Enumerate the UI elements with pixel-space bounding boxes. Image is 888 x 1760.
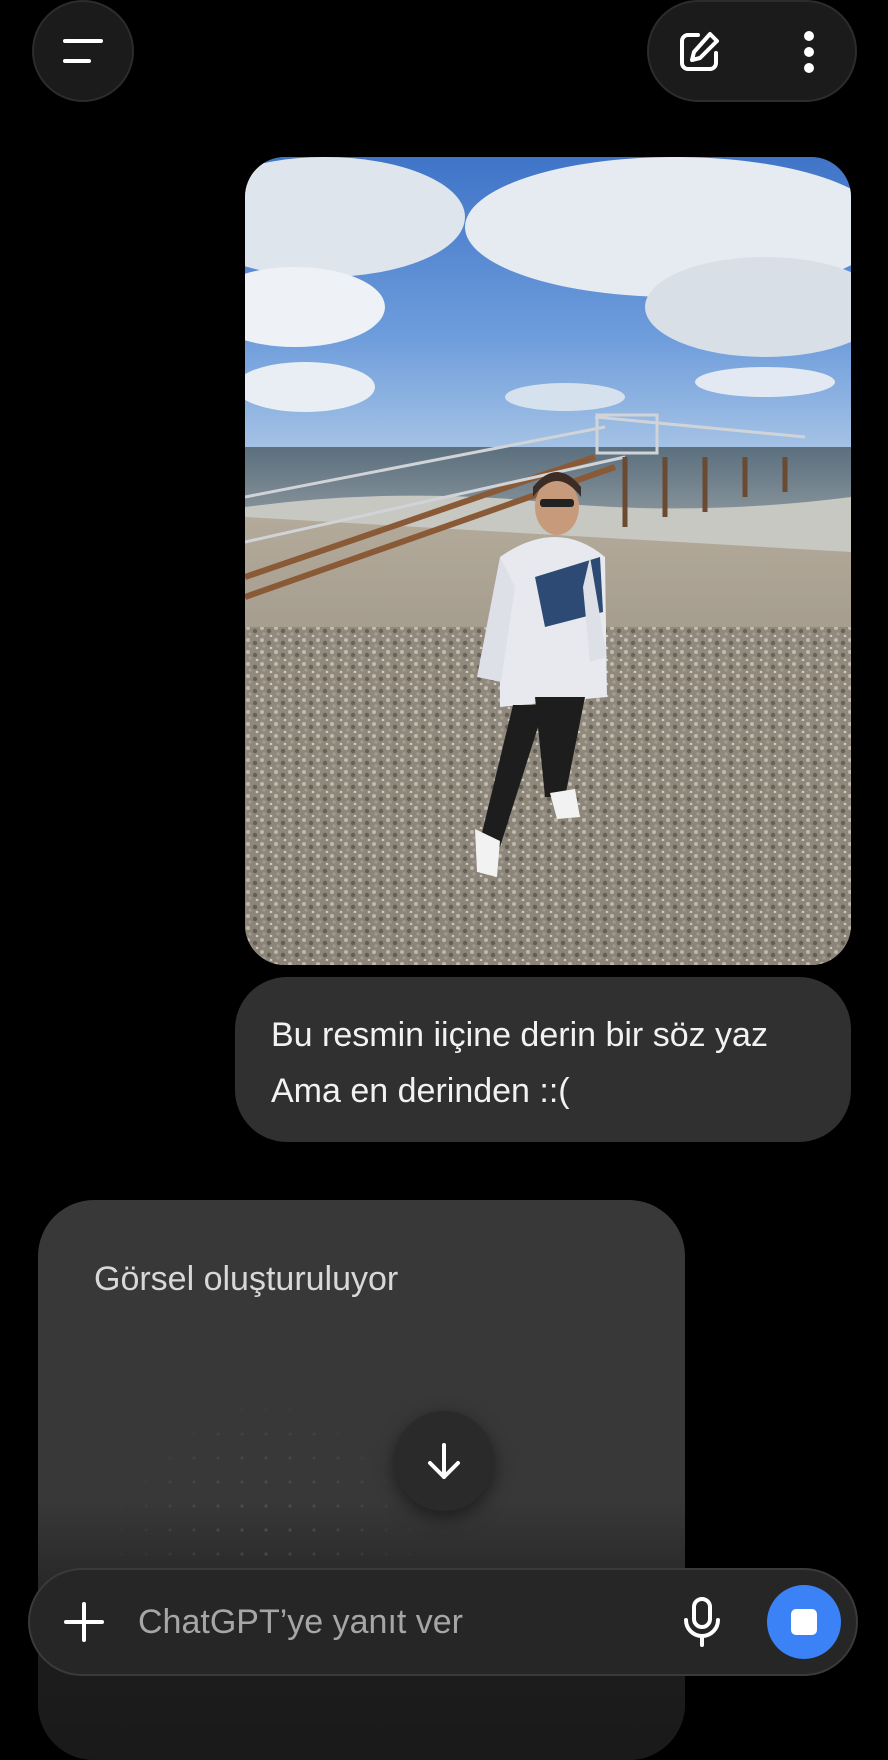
plus-icon <box>64 1602 104 1642</box>
user-uploaded-image[interactable] <box>245 157 851 965</box>
sidebar-menu-button[interactable] <box>32 0 134 102</box>
voice-input-button[interactable] <box>672 1592 732 1652</box>
kebab-menu-icon <box>804 31 814 73</box>
more-options-button[interactable] <box>779 22 839 82</box>
message-input[interactable] <box>138 1592 658 1652</box>
arrow-down-icon <box>428 1443 460 1479</box>
add-attachment-button[interactable] <box>54 1592 114 1652</box>
stop-icon <box>791 1609 817 1635</box>
stop-generation-button[interactable] <box>767 1585 841 1659</box>
generation-status: Görsel oluşturuluyor <box>94 1260 399 1298</box>
edit-icon <box>680 32 719 71</box>
microphone-icon <box>684 1597 720 1647</box>
beach-photo <box>245 157 851 965</box>
image-generation-card: Görsel oluşturuluyor <box>38 1200 685 1760</box>
user-message-line: Ama en derinden ::( <box>271 1072 570 1110</box>
scroll-to-bottom-button[interactable] <box>394 1411 494 1511</box>
sidebar-menu-icon <box>63 39 103 63</box>
user-message-bubble: Bu resmin iiçine derin bir söz yaz Ama e… <box>235 977 851 1142</box>
header-actions <box>647 0 857 102</box>
user-message-line: Bu resmin iiçine derin bir söz yaz <box>271 1016 768 1054</box>
new-chat-button[interactable] <box>669 22 729 82</box>
